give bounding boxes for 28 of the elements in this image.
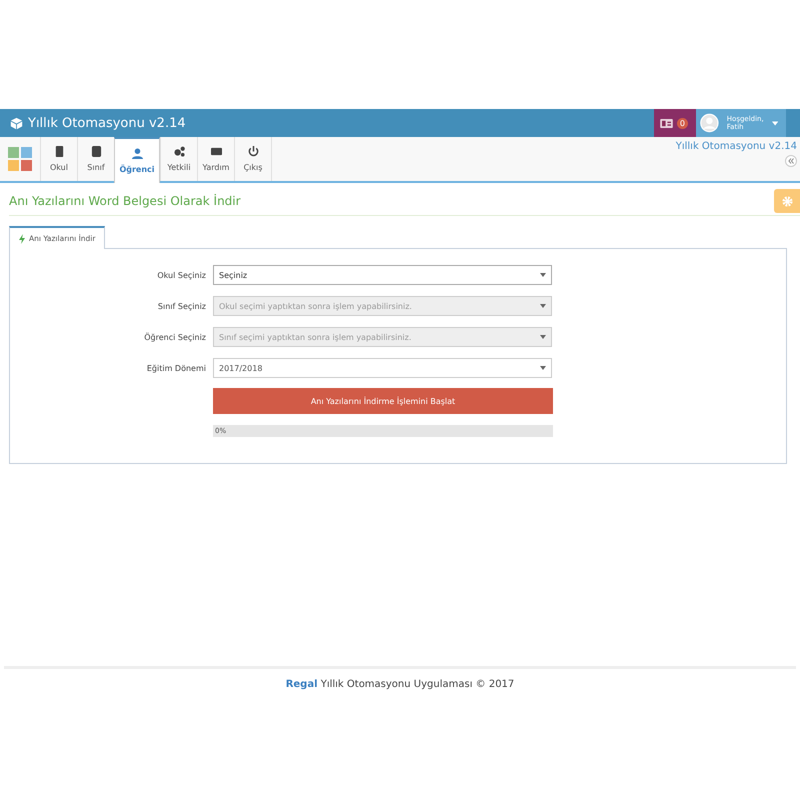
cube-icon xyxy=(10,116,23,130)
app-title-text: Yıllık Otomasyonu v2.14 xyxy=(28,116,186,130)
caret-icon xyxy=(540,335,546,339)
field-label: Öğrenci Seçiniz xyxy=(143,332,206,342)
field-label: Okul Seçiniz xyxy=(156,270,206,280)
tiles-logo-icon xyxy=(8,147,32,171)
caret-icon xyxy=(540,366,546,370)
field-label: Eğitim Dönemi xyxy=(146,364,206,372)
card-icon xyxy=(660,118,673,128)
start-download-button[interactable]: Anı Yazılarını İndirme İşlemini Başlat xyxy=(213,388,553,414)
select-field[interactable]: Seçiniz xyxy=(213,265,552,285)
footer-text: Regal Yıllık Otomasyonu Uygulaması © 2017 xyxy=(4,666,796,700)
select-field[interactable]: 2017/2018 xyxy=(213,358,552,378)
notification-button[interactable]: 0 xyxy=(654,109,696,137)
lightning-icon xyxy=(19,234,25,244)
caret-icon xyxy=(540,304,546,308)
avatar-icon xyxy=(700,111,719,135)
caret-icon xyxy=(772,120,778,126)
power-icon xyxy=(248,146,258,157)
field-label: Sınıf Seçiniz xyxy=(156,302,206,310)
page-title: Anı Yazılarını Word Belgesi Olarak İndir xyxy=(9,194,242,208)
user-icon xyxy=(132,148,142,159)
brand-text: Yıllık Otomasyonu v2.14 xyxy=(676,141,797,152)
notification-count: 0 xyxy=(676,118,688,128)
caret-icon xyxy=(540,273,546,277)
collapse-icon[interactable] xyxy=(785,155,797,167)
nav-tab[interactable]: Öğrenci xyxy=(114,137,160,183)
settings-icon xyxy=(782,196,792,206)
